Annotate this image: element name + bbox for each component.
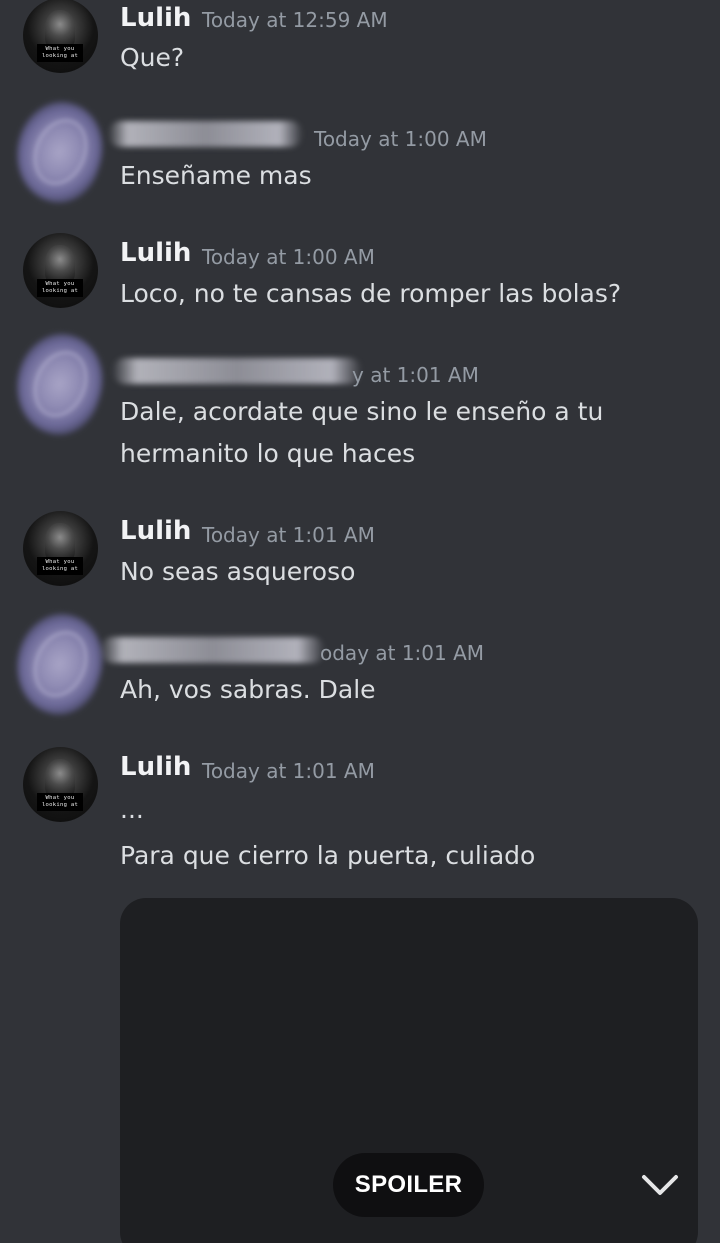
avatar[interactable]: What you looking at [23, 747, 98, 822]
avatar[interactable] [3, 603, 116, 725]
avatar-caption: What you looking at [37, 793, 83, 811]
message-text: Ah, vos sabras. Dale [120, 675, 376, 704]
avatar[interactable]: What you looking at [23, 0, 98, 73]
timestamp: Today at 1:01 AM [202, 523, 375, 547]
message-text: No seas asqueroso [120, 557, 356, 586]
avatar[interactable] [3, 323, 116, 445]
message-text: ... [120, 795, 144, 824]
avatar[interactable]: What you looking at [23, 233, 98, 308]
timestamp: y at 1:01 AM [352, 363, 479, 387]
spoiler-label[interactable]: SPOILER [333, 1153, 484, 1217]
timestamp: Today at 1:00 AM [314, 127, 487, 151]
avatar-caption: What you looking at [37, 44, 83, 62]
username[interactable]: Lulih [120, 516, 191, 546]
message-text: Para que cierro la puerta, culiado [120, 841, 536, 870]
message-text: Que? [120, 43, 185, 72]
message-text: hermanito lo que haces [120, 439, 416, 468]
username[interactable]: Lulih [120, 752, 191, 782]
avatar[interactable] [3, 91, 116, 213]
username[interactable]: Lulih [120, 3, 191, 33]
timestamp: Today at 12:59 AM [202, 8, 388, 32]
timestamp: Today at 1:00 AM [202, 245, 375, 269]
chevron-down-icon[interactable] [640, 1167, 680, 1203]
chat-view: What you looking at Lulih Today at 12:59… [0, 0, 720, 1243]
message-text: Loco, no te cansas de romper las bolas? [120, 279, 622, 308]
timestamp: Today at 1:01 AM [202, 759, 375, 783]
username[interactable]: Lulih [120, 238, 191, 268]
avatar-caption: What you looking at [37, 279, 83, 297]
message-text: Enseñame mas [120, 161, 312, 190]
timestamp: oday at 1:01 AM [320, 641, 485, 665]
avatar[interactable]: What you looking at [23, 511, 98, 586]
redacted-username [100, 637, 325, 663]
avatar-caption: What you looking at [37, 557, 83, 575]
redacted-username [112, 358, 362, 384]
message-text: Dale, acordate que sino le enseño a tu [120, 397, 604, 426]
redacted-username [108, 121, 303, 147]
